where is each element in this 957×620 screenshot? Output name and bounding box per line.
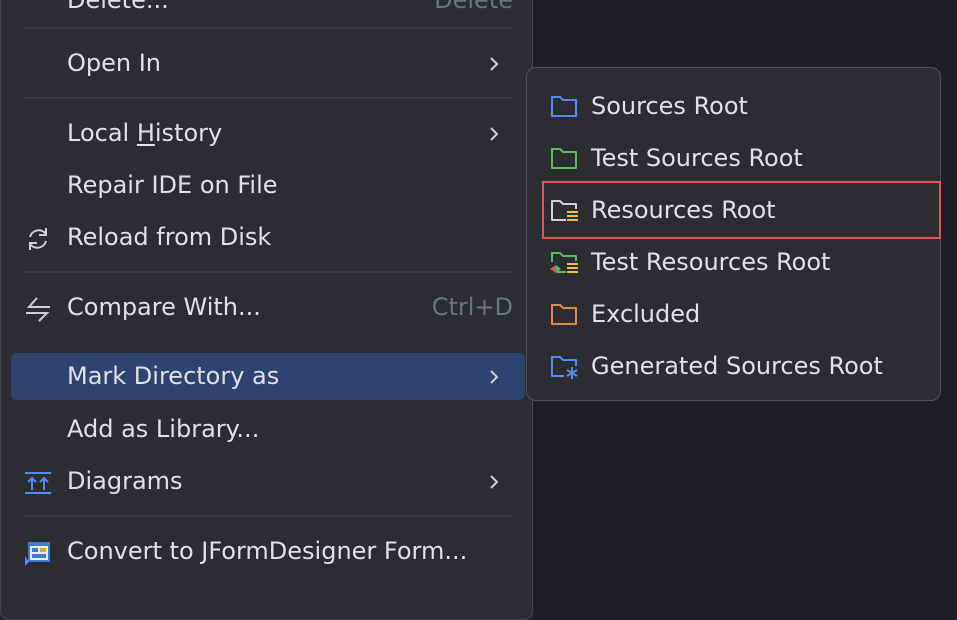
menu-item-repair-ide[interactable]: Repair IDE on File	[11, 162, 525, 209]
menu-item-open-in[interactable]: Open In	[11, 40, 525, 87]
submenu-item-excluded[interactable]: Excluded	[543, 290, 926, 338]
menu-item-label: Add as Library...	[67, 415, 260, 443]
separator	[23, 27, 513, 29]
menu-item-reload-from-disk[interactable]: Reload from Disk	[11, 214, 525, 261]
diagrams-icon	[25, 472, 51, 494]
reload-icon	[29, 228, 47, 250]
shortcut-label: Delete	[434, 0, 513, 14]
menu-item-add-as-library[interactable]: Add as Library...	[11, 406, 525, 453]
menu-item-mark-directory-as[interactable]: Mark Directory as	[11, 353, 525, 400]
menu-item-label: Reload from Disk	[67, 223, 272, 251]
submenu-item-sources-root[interactable]: Sources Root	[543, 82, 926, 130]
submenu-item-label: Generated Sources Root	[591, 352, 883, 380]
menu-item-compare-with[interactable]: Compare With... Ctrl+D	[11, 284, 525, 331]
separator	[23, 271, 513, 273]
jformdesigner-icon	[25, 542, 50, 566]
menu-item-label: Repair IDE on File	[67, 171, 278, 199]
chevron-right-icon	[490, 370, 499, 384]
folder-orange-icon	[551, 304, 577, 325]
menu-item-label: Open In	[67, 49, 162, 77]
menu-item-label: Diagrams	[67, 467, 183, 495]
generated-folder-icon	[551, 356, 578, 379]
folder-green-icon	[551, 148, 577, 169]
menu-item-diagrams[interactable]: Diagrams	[11, 458, 525, 505]
menu-item-delete[interactable]: Delete... Delete	[11, 0, 525, 24]
compare-icon	[26, 297, 50, 322]
chevron-right-icon	[490, 475, 499, 489]
chevron-right-icon	[490, 127, 499, 141]
test-resources-folder-icon	[550, 252, 578, 273]
menu-item-label: Convert to JFormDesigner Form...	[67, 537, 468, 565]
menu-item-label: Mark Directory as	[67, 362, 280, 390]
menu-item-label: Local History	[67, 119, 223, 147]
chevron-right-icon	[490, 57, 499, 71]
submenu-item-test-sources-root[interactable]: Test Sources Root	[543, 134, 926, 182]
submenu-item-generated-sources-root[interactable]: Generated Sources Root	[543, 342, 926, 390]
submenu-item-label: Excluded	[591, 300, 701, 328]
submenu-item-label: Test Resources Root	[591, 248, 831, 276]
separator	[23, 515, 513, 517]
folder-blue-icon	[551, 96, 577, 117]
submenu-item-label: Sources Root	[591, 92, 748, 120]
highlight-box	[542, 181, 941, 239]
submenu-item-label: Test Sources Root	[591, 144, 803, 172]
menu-item-label: Compare With...	[67, 293, 261, 321]
submenu-item-test-resources-root[interactable]: Test Resources Root	[543, 238, 926, 286]
menu-item-local-history[interactable]: Local History	[11, 110, 525, 157]
menu-item-label: Delete...	[67, 0, 169, 14]
shortcut-label: Ctrl+D	[431, 293, 513, 321]
context-menu: Delete... Delete Open In Local History R…	[0, 0, 533, 620]
menu-item-convert-jformdesigner[interactable]: Convert to JFormDesigner Form...	[11, 528, 525, 575]
separator	[23, 97, 513, 99]
